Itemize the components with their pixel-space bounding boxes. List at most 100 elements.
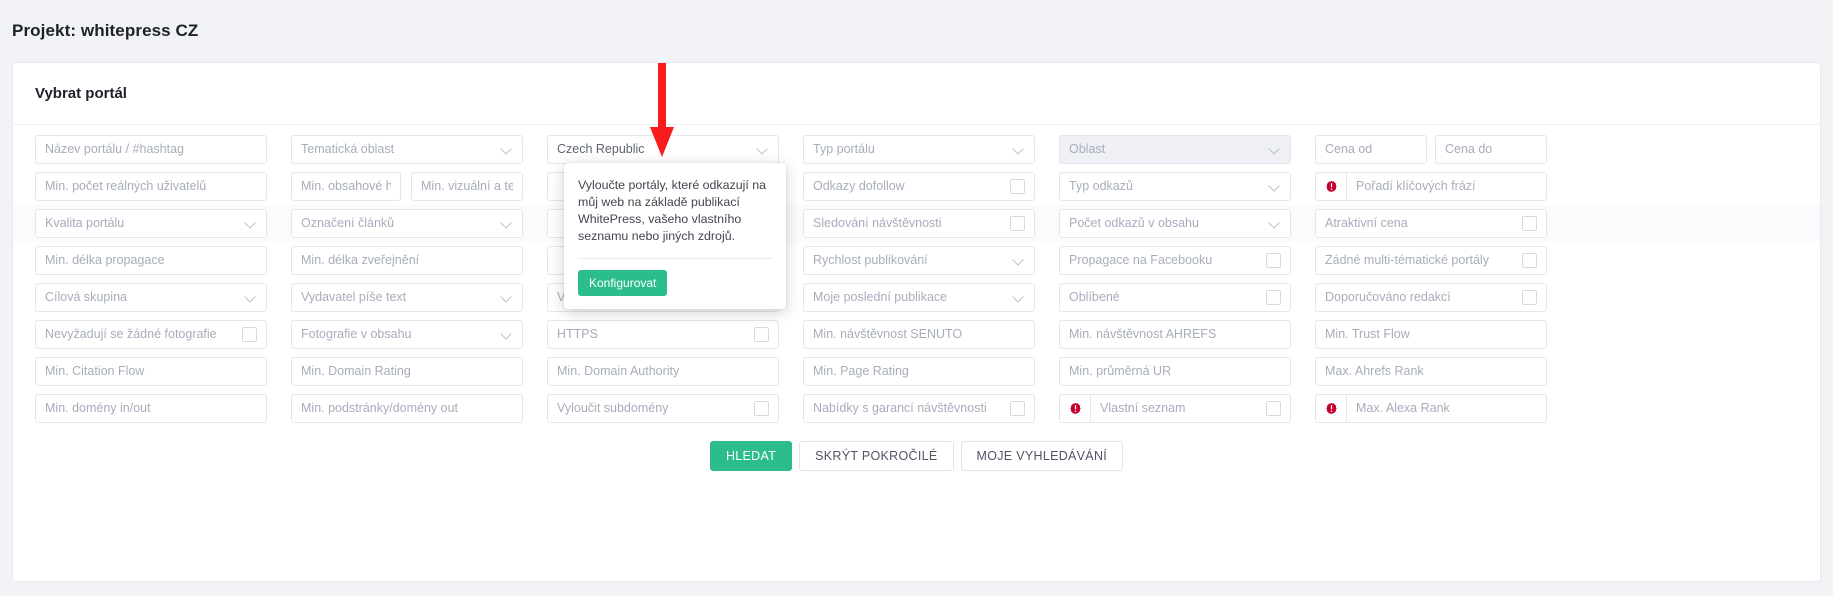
portal-quality-field[interactable]: Kvalita portálu	[35, 209, 267, 238]
exclude-subdomains-field-checkbox[interactable]	[754, 401, 769, 416]
custom-list-field-label: Vlastní seznam	[1100, 402, 1186, 415]
thematic-area-field[interactable]: Tematická oblast	[291, 135, 523, 164]
price-from-field[interactable]: Cena od	[1315, 135, 1427, 164]
facebook-promo-field[interactable]: Propagace na Facebooku	[1059, 246, 1291, 275]
min-domains-in-out-field-cell: Min. domény in/out	[35, 394, 267, 423]
min-page-rating-field[interactable]: Min. Page Rating	[803, 357, 1035, 386]
min-promotion-length-field[interactable]: Min. délka propagace	[35, 246, 267, 275]
traffic-tracking-field[interactable]: Sledování návštěvnosti	[803, 209, 1035, 238]
attractive-price-field[interactable]: Atraktivní cena	[1315, 209, 1547, 238]
facebook-promo-field-checkbox[interactable]	[1266, 253, 1281, 268]
min-ahrefs-traffic-field-label: Min. návštěvnost AHREFS	[1069, 328, 1217, 341]
portal-quality-field-label: Kvalita portálu	[45, 217, 125, 230]
min-publication-length-field[interactable]: Min. délka zveřejnění	[291, 246, 523, 275]
target-group-field[interactable]: Cílová skupina	[35, 283, 267, 312]
links-in-content-field[interactable]: Počet odkazů v obsahu	[1059, 209, 1291, 238]
no-photos-required-field[interactable]: Nevyžadují se žádné fotografie	[35, 320, 267, 349]
https-field[interactable]: HTTPS	[547, 320, 779, 349]
no-multi-thematic-field[interactable]: Žádné multi-tématické portály	[1315, 246, 1547, 275]
keyword-ranking-field[interactable]: Pořadí klíčových frází	[1346, 172, 1547, 201]
min-ahrefs-traffic-field[interactable]: Min. návštěvnost AHREFS	[1059, 320, 1291, 349]
guaranteed-traffic-offers-field-cell: Nabídky s garancí návštěvnosti	[803, 394, 1035, 423]
min-domain-rating-field-cell: Min. Domain Rating	[291, 357, 523, 386]
editor-recommended-field-checkbox[interactable]	[1522, 290, 1537, 305]
editor-recommended-field[interactable]: Doporučováno redakcí	[1315, 283, 1547, 312]
traffic-tracking-field-checkbox[interactable]	[1010, 216, 1025, 231]
guaranteed-traffic-offers-field[interactable]: Nabídky s garancí návštěvnosti	[803, 394, 1035, 423]
custom-list-field-warning-badge[interactable]	[1059, 394, 1090, 423]
keyword-ranking-field-warning-badge[interactable]	[1315, 172, 1346, 201]
photos-in-content-field-cell: Fotografie v obsahu	[291, 320, 523, 349]
region-field-label: Oblast	[1069, 143, 1106, 156]
min-real-users-field[interactable]: Min. počet reálných uživatelů	[35, 172, 267, 201]
custom-list-field-checkbox[interactable]	[1266, 401, 1281, 416]
min-citation-flow-field[interactable]: Min. Citation Flow	[35, 357, 267, 386]
exclude-subdomains-field-cell: Vyloučit subdomény	[547, 394, 779, 423]
dofollow-links-field[interactable]: Odkazy dofollow	[803, 172, 1035, 201]
min-senuto-traffic-field[interactable]: Min. návštěvnost SENUTO	[803, 320, 1035, 349]
country-field-cell: Czech Republic	[547, 135, 779, 164]
min-average-ur-field-label: Min. průměrná UR	[1069, 365, 1172, 378]
no-multi-thematic-field-checkbox[interactable]	[1522, 253, 1537, 268]
region-field[interactable]: Oblast	[1059, 135, 1291, 164]
max-ahrefs-rank-field[interactable]: Max. Ahrefs Rank	[1315, 357, 1547, 386]
portal-type-field-cell: Typ portálu	[803, 135, 1035, 164]
dofollow-links-field-checkbox[interactable]	[1010, 179, 1025, 194]
publication-speed-field-cell: Rychlost publikování	[803, 246, 1035, 275]
country-field[interactable]: Czech Republic	[547, 135, 779, 164]
portal-quality-field-cell: Kvalita portálu	[35, 209, 267, 238]
my-last-publications-field-label: Moje poslední publikace	[813, 291, 948, 304]
min-page-rating-field-cell: Min. Page Rating	[803, 357, 1035, 386]
my-last-publications-field-cell: Moje poslední publikace	[803, 283, 1035, 312]
min-trust-flow-field[interactable]: Min. Trust Flow	[1315, 320, 1547, 349]
configure-button[interactable]: Konfigurovat	[578, 270, 668, 296]
publisher-writes-field[interactable]: Vydavatel píše text	[291, 283, 523, 312]
custom-list-field[interactable]: Vlastní seznam	[1090, 394, 1291, 423]
my-last-publications-field[interactable]: Moje poslední publikace	[803, 283, 1035, 312]
facebook-promo-field-label: Propagace na Facebooku	[1069, 254, 1213, 267]
chevron-down-icon	[1014, 144, 1025, 155]
no-photos-required-field-cell: Nevyžadují se žádné fotografie	[35, 320, 267, 349]
facebook-promo-field-cell: Propagace na Facebooku	[1059, 246, 1291, 275]
min-ahrefs-traffic-field-cell: Min. návštěvnost AHREFS	[1059, 320, 1291, 349]
thematic-area-field-cell: Tematická oblast	[291, 135, 523, 164]
favourites-field[interactable]: Oblíbené	[1059, 283, 1291, 312]
my-searches-button[interactable]: MOJE VYHLEDÁVÁNÍ	[960, 441, 1124, 471]
min-content-rating-field-cell: Min. obsahové hoc	[291, 172, 401, 201]
country-field-label: Czech Republic	[557, 143, 645, 156]
max-alexa-rank-field[interactable]: Max. Alexa Rank	[1346, 394, 1547, 423]
search-button[interactable]: HLEDAT	[709, 441, 793, 471]
min-subpages-domains-out-field[interactable]: Min. podstránky/domény out	[291, 394, 523, 423]
min-promotion-length-field-cell: Min. délka propagace	[35, 246, 267, 275]
max-ahrefs-rank-field-label: Max. Ahrefs Rank	[1325, 365, 1424, 378]
no-photos-required-field-checkbox[interactable]	[242, 327, 257, 342]
min-trust-flow-field-label: Min. Trust Flow	[1325, 328, 1410, 341]
link-type-field[interactable]: Typ odkazů	[1059, 172, 1291, 201]
min-average-ur-field[interactable]: Min. průměrná UR	[1059, 357, 1291, 386]
portal-type-field[interactable]: Typ portálu	[803, 135, 1035, 164]
favourites-field-cell: Oblíbené	[1059, 283, 1291, 312]
min-domain-rating-field[interactable]: Min. Domain Rating	[291, 357, 523, 386]
min-domain-authority-field-label: Min. Domain Authority	[557, 365, 680, 378]
exclude-subdomains-field[interactable]: Vyloučit subdomény	[547, 394, 779, 423]
price-to-field[interactable]: Cena do	[1435, 135, 1547, 164]
photos-in-content-field[interactable]: Fotografie v obsahu	[291, 320, 523, 349]
max-alexa-rank-field-label: Max. Alexa Rank	[1356, 402, 1450, 415]
publisher-writes-field-cell: Vydavatel píše text	[291, 283, 523, 312]
min-domain-authority-field[interactable]: Min. Domain Authority	[547, 357, 779, 386]
article-marking-field[interactable]: Označení článků	[291, 209, 523, 238]
guaranteed-traffic-offers-field-checkbox[interactable]	[1010, 401, 1025, 416]
card-title: Vybrat portál	[35, 85, 127, 102]
portal-name-field[interactable]: Název portálu / #hashtag	[35, 135, 267, 164]
attractive-price-field-checkbox[interactable]	[1522, 216, 1537, 231]
max-alexa-rank-field-warning-badge[interactable]	[1315, 394, 1346, 423]
favourites-field-checkbox[interactable]	[1266, 290, 1281, 305]
links-in-content-field-cell: Počet odkazů v obsahu	[1059, 209, 1291, 238]
hide-advanced-button[interactable]: SKRÝT POKROČILÉ	[799, 441, 954, 471]
min-visual-tech-field[interactable]: Min. vizuální a tecl	[411, 172, 523, 201]
publication-speed-field[interactable]: Rychlost publikování	[803, 246, 1035, 275]
https-field-checkbox[interactable]	[754, 327, 769, 342]
min-domains-in-out-field[interactable]: Min. domény in/out	[35, 394, 267, 423]
min-content-rating-field[interactable]: Min. obsahové hoc	[291, 172, 401, 201]
favourites-field-label: Oblíbené	[1069, 291, 1120, 304]
